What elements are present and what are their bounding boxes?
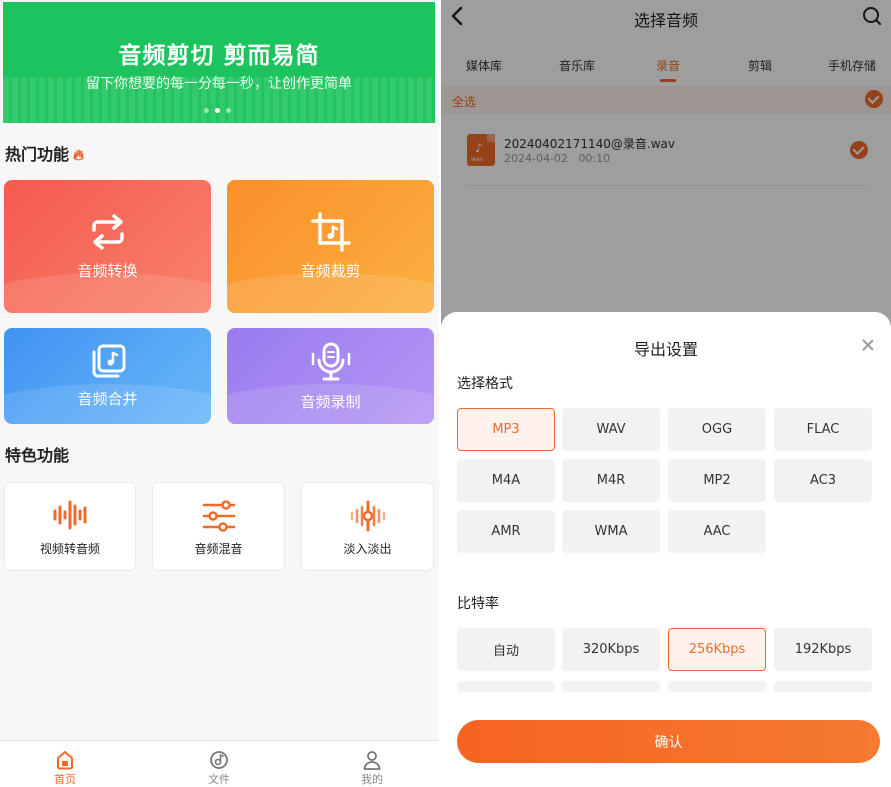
- file-icon: [210, 751, 228, 769]
- bitrate-option-partial[interactable]: [562, 681, 660, 692]
- banner-subtitle: 留下你想要的每一分每一秒，让创作更简单: [86, 76, 352, 92]
- tile-audio-crop[interactable]: 音频裁剪: [227, 180, 434, 313]
- user-icon: [363, 751, 381, 770]
- format-option-wma[interactable]: WMA: [562, 510, 660, 553]
- bitrate-option-256[interactable]: 256Kbps: [668, 628, 766, 671]
- crop-icon: [310, 212, 351, 252]
- tile-label: 音频合并: [77, 390, 138, 408]
- bitrate-label: 比特率: [457, 596, 499, 612]
- bitrate-option-partial[interactable]: [668, 681, 766, 692]
- bottom-navigation: 首页 文件 我的: [0, 740, 439, 787]
- convert-icon: [91, 214, 124, 250]
- hot-section-header: 热门功能 🔥︎: [5, 141, 84, 165]
- microphone-icon: [311, 342, 350, 381]
- confirm-button[interactable]: 确认: [457, 720, 880, 763]
- tile-audio-merge[interactable]: 音频合并: [4, 328, 211, 424]
- bitrate-option-320[interactable]: 320Kbps: [562, 628, 660, 671]
- banner-title: 音频剪切 剪而易简: [118, 43, 320, 69]
- tile-label: 音频裁剪: [300, 262, 361, 280]
- select-audio-screen: 选择音频 媒体库 音乐库 录音 剪辑 手机存储 全选 ♪ wav 20240402…: [441, 0, 891, 787]
- fire-icon: 🔥︎: [73, 146, 85, 164]
- format-option-ogg[interactable]: OGG: [668, 408, 766, 451]
- close-icon[interactable]: [861, 338, 875, 352]
- bitrate-option-partial[interactable]: [457, 681, 555, 692]
- feature-label: 淡入淡出: [343, 542, 392, 556]
- banner-pagination: [204, 108, 231, 113]
- nav-file[interactable]: 文件: [179, 741, 259, 787]
- mixer-icon: [202, 500, 235, 532]
- format-option-flac[interactable]: FLAC: [774, 408, 872, 451]
- bitrate-option-192[interactable]: 192Kbps: [774, 628, 872, 671]
- banner-dot[interactable]: [226, 108, 231, 113]
- tile-label: 音频转换: [77, 262, 138, 280]
- format-option-amr[interactable]: AMR: [457, 510, 555, 553]
- nav-profile[interactable]: 我的: [332, 741, 412, 787]
- tile-audio-record[interactable]: 音频录制: [227, 328, 434, 424]
- banner-dot[interactable]: [204, 108, 209, 113]
- format-option-wav[interactable]: WAV: [562, 408, 660, 451]
- nav-label: 我的: [361, 773, 383, 786]
- special-section-title: 特色功能: [5, 446, 70, 465]
- export-settings-sheet: 导出设置 选择格式 MP3 WAV OGG FLAC M4A M4R MP2 A…: [441, 312, 891, 787]
- promo-banner[interactable]: 音频剪切 剪而易简 留下你想要的每一分每一秒，让创作更简单: [3, 2, 435, 123]
- tile-audio-convert[interactable]: 音频转换: [4, 180, 211, 313]
- format-option-m4a[interactable]: M4A: [457, 459, 555, 502]
- tile-label: 音频录制: [300, 393, 361, 411]
- format-option-ac3[interactable]: AC3: [774, 459, 872, 502]
- home-icon: [57, 751, 73, 770]
- feature-audio-mix[interactable]: 音频混音: [152, 482, 285, 571]
- fade-icon: [350, 500, 385, 532]
- bitrate-option-auto[interactable]: 自动: [457, 628, 555, 671]
- format-option-mp3[interactable]: MP3: [457, 408, 555, 451]
- feature-label: 视频转音频: [39, 542, 100, 556]
- format-option-m4r[interactable]: M4R: [562, 459, 660, 502]
- format-option-aac[interactable]: AAC: [668, 510, 766, 553]
- hot-section-title: 热门功能: [5, 145, 70, 164]
- nav-home[interactable]: 首页: [25, 741, 105, 787]
- home-screen: 音频剪切 剪而易简 留下你想要的每一分每一秒，让创作更简单 热门功能 🔥︎ 音频转…: [0, 0, 439, 787]
- nav-label: 文件: [208, 773, 230, 786]
- bitrate-option-partial[interactable]: [774, 681, 872, 692]
- nav-label: 首页: [54, 773, 76, 786]
- format-label: 选择格式: [457, 376, 513, 392]
- feature-label: 音频混音: [194, 542, 243, 556]
- feature-fade[interactable]: 淡入淡出: [301, 482, 434, 571]
- banner-dot-active[interactable]: [215, 108, 220, 113]
- merge-icon: [92, 344, 125, 378]
- waveform-icon: [53, 500, 87, 530]
- feature-video-to-audio[interactable]: 视频转音频: [4, 482, 136, 571]
- format-option-mp2[interactable]: MP2: [668, 459, 766, 502]
- sheet-title: 导出设置: [633, 340, 698, 359]
